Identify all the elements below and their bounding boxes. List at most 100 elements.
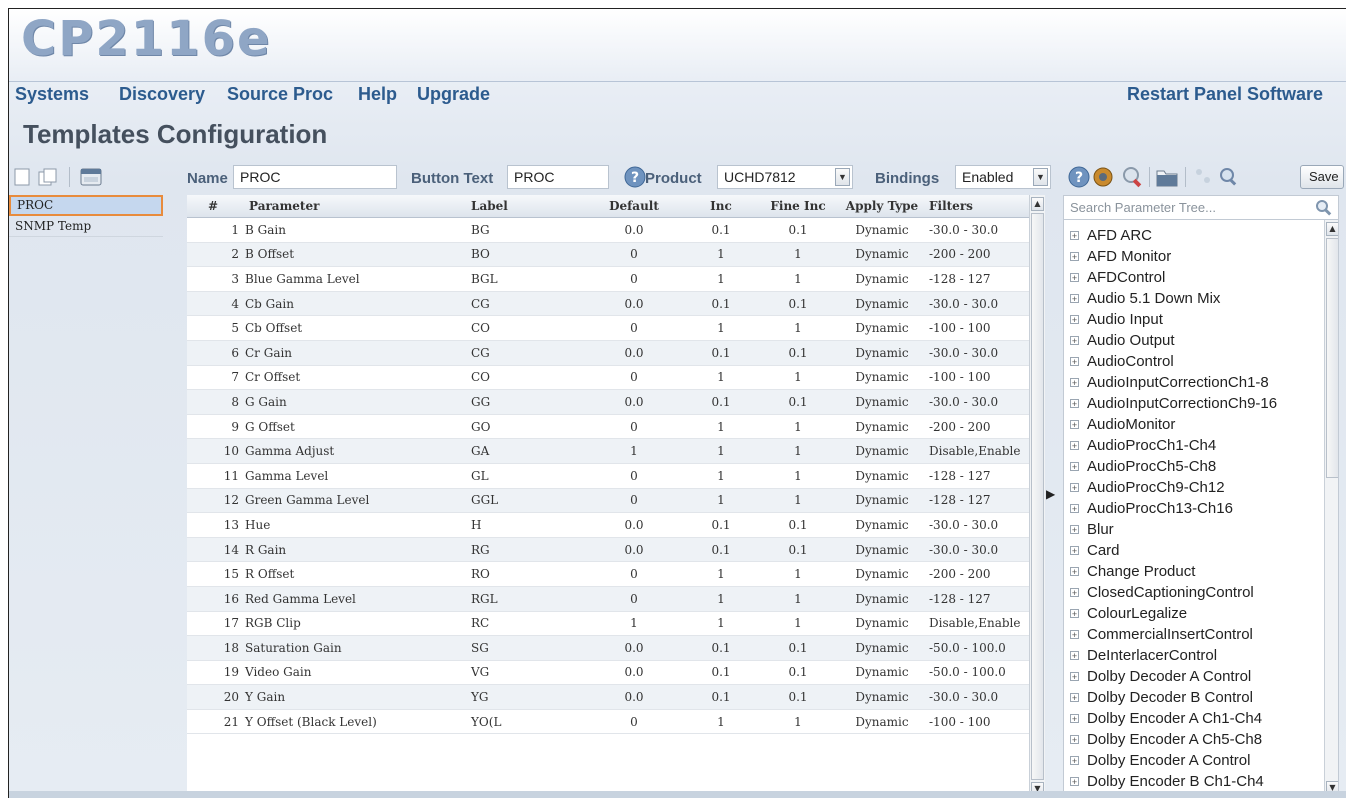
expand-plus-icon[interactable]: + xyxy=(1070,314,1079,324)
tree-item[interactable]: + Audio Input xyxy=(1070,309,1326,330)
tree-scroll-thumb[interactable] xyxy=(1326,238,1338,478)
col-header-label[interactable]: Label xyxy=(471,195,583,218)
expand-plus-icon[interactable]: + xyxy=(1070,734,1079,744)
expand-plus-icon[interactable]: + xyxy=(1070,251,1079,261)
tree-item[interactable]: + Audio 5.1 Down Mix xyxy=(1070,288,1326,309)
tree-link-icon[interactable] xyxy=(1193,166,1215,188)
expand-plus-icon[interactable]: + xyxy=(1070,755,1079,765)
table-row[interactable]: 15 R Offset RO 0 1 1 Dynamic -200 - 200 xyxy=(187,561,1033,587)
col-header-apply-type[interactable]: Apply Type xyxy=(839,195,925,218)
expand-plus-icon[interactable]: + xyxy=(1070,566,1079,576)
chevron-down-icon[interactable]: ▼ xyxy=(835,168,850,186)
search-tree-icon[interactable] xyxy=(1121,165,1145,189)
button-text-input[interactable]: PROC xyxy=(507,165,609,189)
search-icon[interactable] xyxy=(1314,199,1334,217)
tree-item[interactable]: + AudioProcCh5-Ch8 xyxy=(1070,456,1326,477)
table-row[interactable]: 13 Hue H 0.0 0.1 0.1 Dynamic -30.0 - 30.0 xyxy=(187,512,1033,538)
scroll-up-icon[interactable]: ▲ xyxy=(1031,197,1044,211)
table-row[interactable]: 1B Gain BG 0.0 0.1 0.1 Dynamic -30.0 - 30.0 xyxy=(187,217,1033,243)
tree-item[interactable]: + ClosedCaptioningControl xyxy=(1070,582,1326,603)
tree-item[interactable]: + AudioProcCh9-Ch12 xyxy=(1070,477,1326,498)
tree-item[interactable]: + Dolby Decoder A Control xyxy=(1070,666,1326,687)
tree-item[interactable]: + Card xyxy=(1070,540,1326,561)
template-item-proc[interactable]: PROC xyxy=(9,195,163,216)
table-row[interactable]: 2B Offset BO 0 1 1 Dynamic -200 - 200 xyxy=(187,242,1033,268)
expand-plus-icon[interactable]: + xyxy=(1070,356,1079,366)
tree-item[interactable]: + AudioControl xyxy=(1070,351,1326,372)
table-row[interactable]: 5 Cb Offset CO 0 1 1 Dynamic -100 - 100 xyxy=(187,315,1033,341)
expand-plus-icon[interactable]: + xyxy=(1070,419,1079,429)
expand-plus-icon[interactable]: + xyxy=(1070,377,1079,387)
tree-item[interactable]: + AFD Monitor xyxy=(1070,246,1326,267)
col-header-default[interactable]: Default xyxy=(583,195,685,218)
tree-item[interactable]: + AudioInputCorrectionCh1-8 xyxy=(1070,372,1326,393)
expand-plus-icon[interactable]: + xyxy=(1070,335,1079,345)
table-row[interactable]: 7 Cr Offset CO 0 1 1 Dynamic -100 - 100 xyxy=(187,365,1033,391)
tree-item[interactable]: + Dolby Encoder A Ch1-Ch4 xyxy=(1070,708,1326,729)
expand-plus-icon[interactable]: + xyxy=(1070,440,1079,450)
expand-plus-icon[interactable]: + xyxy=(1070,503,1079,513)
product-select[interactable]: UCHD7812 ▼ xyxy=(717,165,853,189)
tree-item[interactable]: + AudioProcCh1-Ch4 xyxy=(1070,435,1326,456)
col-header-filters[interactable]: Filters xyxy=(925,195,1033,218)
tree-search-input[interactable]: Search Parameter Tree... xyxy=(1064,196,1338,220)
folder-icon[interactable] xyxy=(1155,166,1179,188)
tree-item[interactable]: + AudioMonitor xyxy=(1070,414,1326,435)
new-template-icon[interactable] xyxy=(13,167,31,187)
chevron-down-icon[interactable]: ▼ xyxy=(1033,168,1048,186)
table-row[interactable]: 19 Video Gain VG 0.0 0.1 0.1 Dynamic -50.0 - 10… xyxy=(187,660,1033,686)
tree-item[interactable]: + Dolby Encoder B Ch1-Ch4 xyxy=(1070,771,1326,792)
expand-plus-icon[interactable]: + xyxy=(1070,482,1079,492)
restart-panel-link[interactable]: Restart Panel Software xyxy=(1127,84,1323,105)
table-row[interactable]: 21 Y Offset (Black Level) YO(L 0 1 1 Dynamic -1… xyxy=(187,709,1033,735)
delete-template-icon[interactable] xyxy=(79,167,103,187)
expand-plus-icon[interactable]: + xyxy=(1070,272,1079,282)
copy-template-icon[interactable] xyxy=(37,167,59,187)
expand-plus-icon[interactable]: + xyxy=(1070,545,1079,555)
expand-plus-icon[interactable]: + xyxy=(1070,776,1079,786)
splitter-arrow-icon[interactable]: ▶ xyxy=(1046,487,1055,501)
bindings-select[interactable]: Enabled ▼ xyxy=(955,165,1051,189)
expand-plus-icon[interactable]: + xyxy=(1070,587,1079,597)
table-row[interactable]: 9G Offset GO 0 1 1 Dynamic -200 - 200 xyxy=(187,414,1033,440)
table-row[interactable]: 8G Gain GG 0.0 0.1 0.1 Dynamic -30.0 - 30.0 xyxy=(187,389,1033,415)
table-row[interactable]: 14 R Gain RG 0.0 0.1 0.1 Dynamic -30.0 - 30.0 xyxy=(187,537,1033,563)
table-row[interactable]: 10 Gamma Adjust GA 1 1 1 Dynamic Disable,Enable xyxy=(187,438,1033,464)
col-header-fine-inc[interactable]: Fine Inc xyxy=(757,195,839,218)
col-header-number[interactable]: # xyxy=(187,195,245,218)
expand-plus-icon[interactable]: + xyxy=(1070,524,1079,534)
nav-help[interactable]: Help xyxy=(358,84,397,105)
save-button[interactable]: Save xyxy=(1300,165,1344,189)
tree-item[interactable]: + Blur xyxy=(1070,519,1326,540)
expand-plus-icon[interactable]: + xyxy=(1070,461,1079,471)
table-row[interactable]: 12 Green Gamma Level GGL 0 1 1 Dynamic -128 - 1… xyxy=(187,488,1033,514)
col-header-parameter[interactable]: Parameter xyxy=(245,195,471,218)
expand-plus-icon[interactable]: + xyxy=(1070,671,1079,681)
expand-plus-icon[interactable]: + xyxy=(1070,293,1079,303)
grid-scrollbar[interactable]: ▲ ▼ xyxy=(1029,195,1045,798)
table-row[interactable]: 18 Saturation Gain SG 0.0 0.1 0.1 Dynamic -50.0… xyxy=(187,635,1033,661)
name-input[interactable]: PROC xyxy=(233,165,397,189)
table-row[interactable]: 11 Gamma Level GL 0 1 1 Dynamic -128 - 127 xyxy=(187,463,1033,489)
expand-plus-icon[interactable]: + xyxy=(1070,650,1079,660)
expand-plus-icon[interactable]: + xyxy=(1070,692,1079,702)
help-icon[interactable]: ? xyxy=(1067,165,1091,189)
nav-source-proc[interactable]: Source Proc xyxy=(227,84,333,105)
template-item-snmp-temp[interactable]: SNMP Temp xyxy=(9,216,163,237)
tree-item[interactable]: + Dolby Encoder A Ch5-Ch8 xyxy=(1070,729,1326,750)
nav-upgrade[interactable]: Upgrade xyxy=(417,84,490,105)
tree-item[interactable]: + Change Product xyxy=(1070,561,1326,582)
tree-item[interactable]: + Dolby Encoder A Control xyxy=(1070,750,1326,771)
table-row[interactable]: 20 Y Gain YG 0.0 0.1 0.1 Dynamic -30.0 - 30.0 xyxy=(187,684,1033,710)
zoom-icon[interactable] xyxy=(1217,166,1241,188)
col-header-inc[interactable]: Inc xyxy=(685,195,757,218)
table-row[interactable]: 16 Red Gamma Level RGL 0 1 1 Dynamic -128 - 127 xyxy=(187,586,1033,612)
tree-item[interactable]: + AudioProcCh13-Ch16 xyxy=(1070,498,1326,519)
tree-item[interactable]: + AudioInputCorrectionCh9-16 xyxy=(1070,393,1326,414)
expand-plus-icon[interactable]: + xyxy=(1070,230,1079,240)
tree-item[interactable]: + DeInterlacerControl xyxy=(1070,645,1326,666)
tree-item[interactable]: + AFD ARC xyxy=(1070,225,1326,246)
grid-scroll-thumb[interactable] xyxy=(1031,213,1044,780)
tree-item[interactable]: + ColourLegalize xyxy=(1070,603,1326,624)
nav-systems[interactable]: Systems xyxy=(15,84,89,105)
